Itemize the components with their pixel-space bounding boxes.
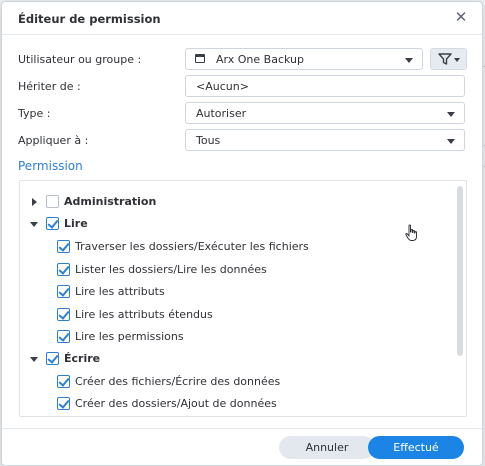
- checkbox-traverse[interactable]: [57, 240, 70, 253]
- apply-to-label: Appliquer à :: [18, 134, 89, 147]
- tree-node-create-files[interactable]: Créer des fichiers/Écrire des données: [20, 373, 450, 391]
- tree-node-traverse[interactable]: Traverser les dossiers/Exécuter les fich…: [20, 238, 450, 256]
- tree-node-read-attributes[interactable]: Lire les attributs: [20, 283, 450, 301]
- permission-section-title: Permission: [18, 159, 83, 173]
- chevron-down-icon: [454, 58, 460, 62]
- checkbox-list-folders[interactable]: [57, 263, 70, 276]
- tree-node-list-folders[interactable]: Lister les dossiers/Lire les données: [20, 261, 450, 279]
- hand-cursor-icon: [405, 224, 417, 241]
- checkbox-read-attributes[interactable]: [57, 285, 70, 298]
- user-group-select[interactable]: Arx One Backup: [185, 48, 423, 70]
- type-value: Autoriser: [196, 107, 247, 120]
- tree-node-label: Lire: [64, 217, 88, 230]
- type-select[interactable]: Autoriser: [185, 102, 465, 124]
- chevron-down-icon: [447, 139, 455, 144]
- close-icon[interactable]: ✕: [454, 10, 468, 25]
- tree-node-label: Lire les permissions: [75, 330, 184, 343]
- chevron-down-icon: [405, 58, 413, 63]
- tree-node-label: Créer des dossiers/Ajout de données: [75, 397, 277, 410]
- filter-button[interactable]: [430, 48, 467, 70]
- checkbox-create-folders[interactable]: [57, 397, 70, 410]
- tree-node-read-permissions[interactable]: Lire les permissions: [20, 328, 450, 346]
- user-group-value: Arx One Backup: [216, 53, 304, 66]
- checkbox-create-files[interactable]: [57, 375, 70, 388]
- checkbox-lire[interactable]: [46, 217, 59, 230]
- chevron-right-icon[interactable]: [32, 198, 37, 206]
- filter-icon: [438, 53, 452, 65]
- cancel-button[interactable]: Annuler: [279, 436, 375, 459]
- tree-node-lire[interactable]: Lire: [20, 215, 450, 233]
- tree-node-label: Écrire: [64, 352, 101, 365]
- tree-node-label: Lire les attributs étendus: [75, 308, 213, 321]
- apply-to-value: Tous: [196, 134, 221, 147]
- apply-to-select[interactable]: Tous: [185, 129, 465, 151]
- inherit-value: <Aucun>: [196, 80, 249, 93]
- tree-node-label: Administration: [64, 195, 157, 208]
- chevron-down-icon: [447, 112, 455, 117]
- checkbox-read-extended-attributes[interactable]: [57, 308, 70, 321]
- tree-node-ecrire[interactable]: Écrire: [20, 350, 450, 368]
- tree-node-label: Traverser les dossiers/Exécuter les fich…: [75, 240, 309, 253]
- permission-tree: Administration Lire Traverser les dossie…: [19, 180, 467, 417]
- inherit-field: <Aucun>: [185, 75, 465, 97]
- title-divider: [2, 34, 482, 35]
- inherit-label: Hériter de :: [18, 80, 81, 93]
- tree-scrollbar[interactable]: [457, 186, 463, 356]
- user-group-label: Utilisateur ou groupe :: [18, 53, 142, 66]
- checkbox-read-permissions[interactable]: [57, 330, 70, 343]
- tree-node-administration[interactable]: Administration: [20, 193, 450, 211]
- chevron-down-icon[interactable]: [30, 222, 38, 227]
- type-label: Type :: [18, 107, 51, 120]
- done-button[interactable]: Effectué: [368, 436, 464, 459]
- dialog-title: Éditeur de permission: [18, 12, 161, 26]
- chevron-down-icon[interactable]: [30, 357, 38, 362]
- checkbox-administration[interactable]: [46, 195, 59, 208]
- tree-node-create-folders[interactable]: Créer des dossiers/Ajout de données: [20, 395, 450, 413]
- tree-node-label: Lister les dossiers/Lire les données: [75, 263, 267, 276]
- tree-node-label: Créer des fichiers/Écrire des données: [75, 375, 281, 388]
- window-icon: [195, 54, 205, 63]
- footer-divider: [2, 428, 482, 429]
- tree-node-label: Lire les attributs: [75, 285, 165, 298]
- tree-node-read-extended-attributes[interactable]: Lire les attributs étendus: [20, 306, 450, 324]
- checkbox-ecrire[interactable]: [46, 352, 59, 365]
